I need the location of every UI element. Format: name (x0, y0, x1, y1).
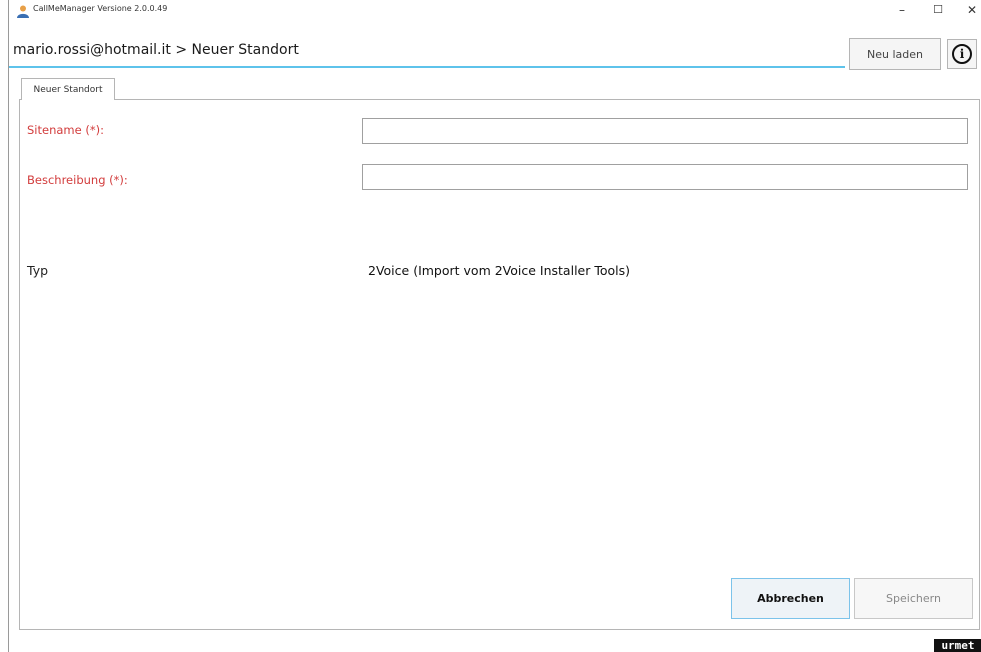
sitename-label: Sitename (*): (27, 123, 104, 137)
tab-neuer-standort[interactable]: Neuer Standort (21, 78, 115, 100)
app-user-icon (17, 3, 29, 18)
reload-button[interactable]: Neu laden (849, 38, 941, 70)
minimize-button[interactable]: – (885, 0, 919, 20)
brand-logo: urmet (934, 639, 981, 652)
title-bar: CallMeManager Versione 2.0.0.49 – ☐ ✕ (9, 0, 981, 20)
breadcrumb: mario.rossi@hotmail.it > Neuer Standort (13, 42, 299, 58)
app-window: CallMeManager Versione 2.0.0.49 – ☐ ✕ ma… (8, 0, 981, 652)
type-value: 2Voice (Import vom 2Voice Installer Tool… (368, 263, 631, 278)
sitename-input[interactable] (362, 118, 968, 144)
maximize-button[interactable]: ☐ (921, 0, 955, 20)
close-button[interactable]: ✕ (955, 0, 981, 20)
cancel-button[interactable]: Abbrechen (731, 578, 850, 619)
save-button[interactable]: Speichern (854, 578, 973, 619)
type-label: Typ (27, 263, 49, 278)
info-icon: i (952, 44, 972, 64)
window-title: CallMeManager Versione 2.0.0.49 (33, 4, 168, 13)
info-button[interactable]: i (947, 39, 977, 69)
description-label: Beschreibung (*): (27, 173, 128, 187)
breadcrumb-underline (9, 66, 845, 68)
description-input[interactable] (362, 164, 968, 190)
